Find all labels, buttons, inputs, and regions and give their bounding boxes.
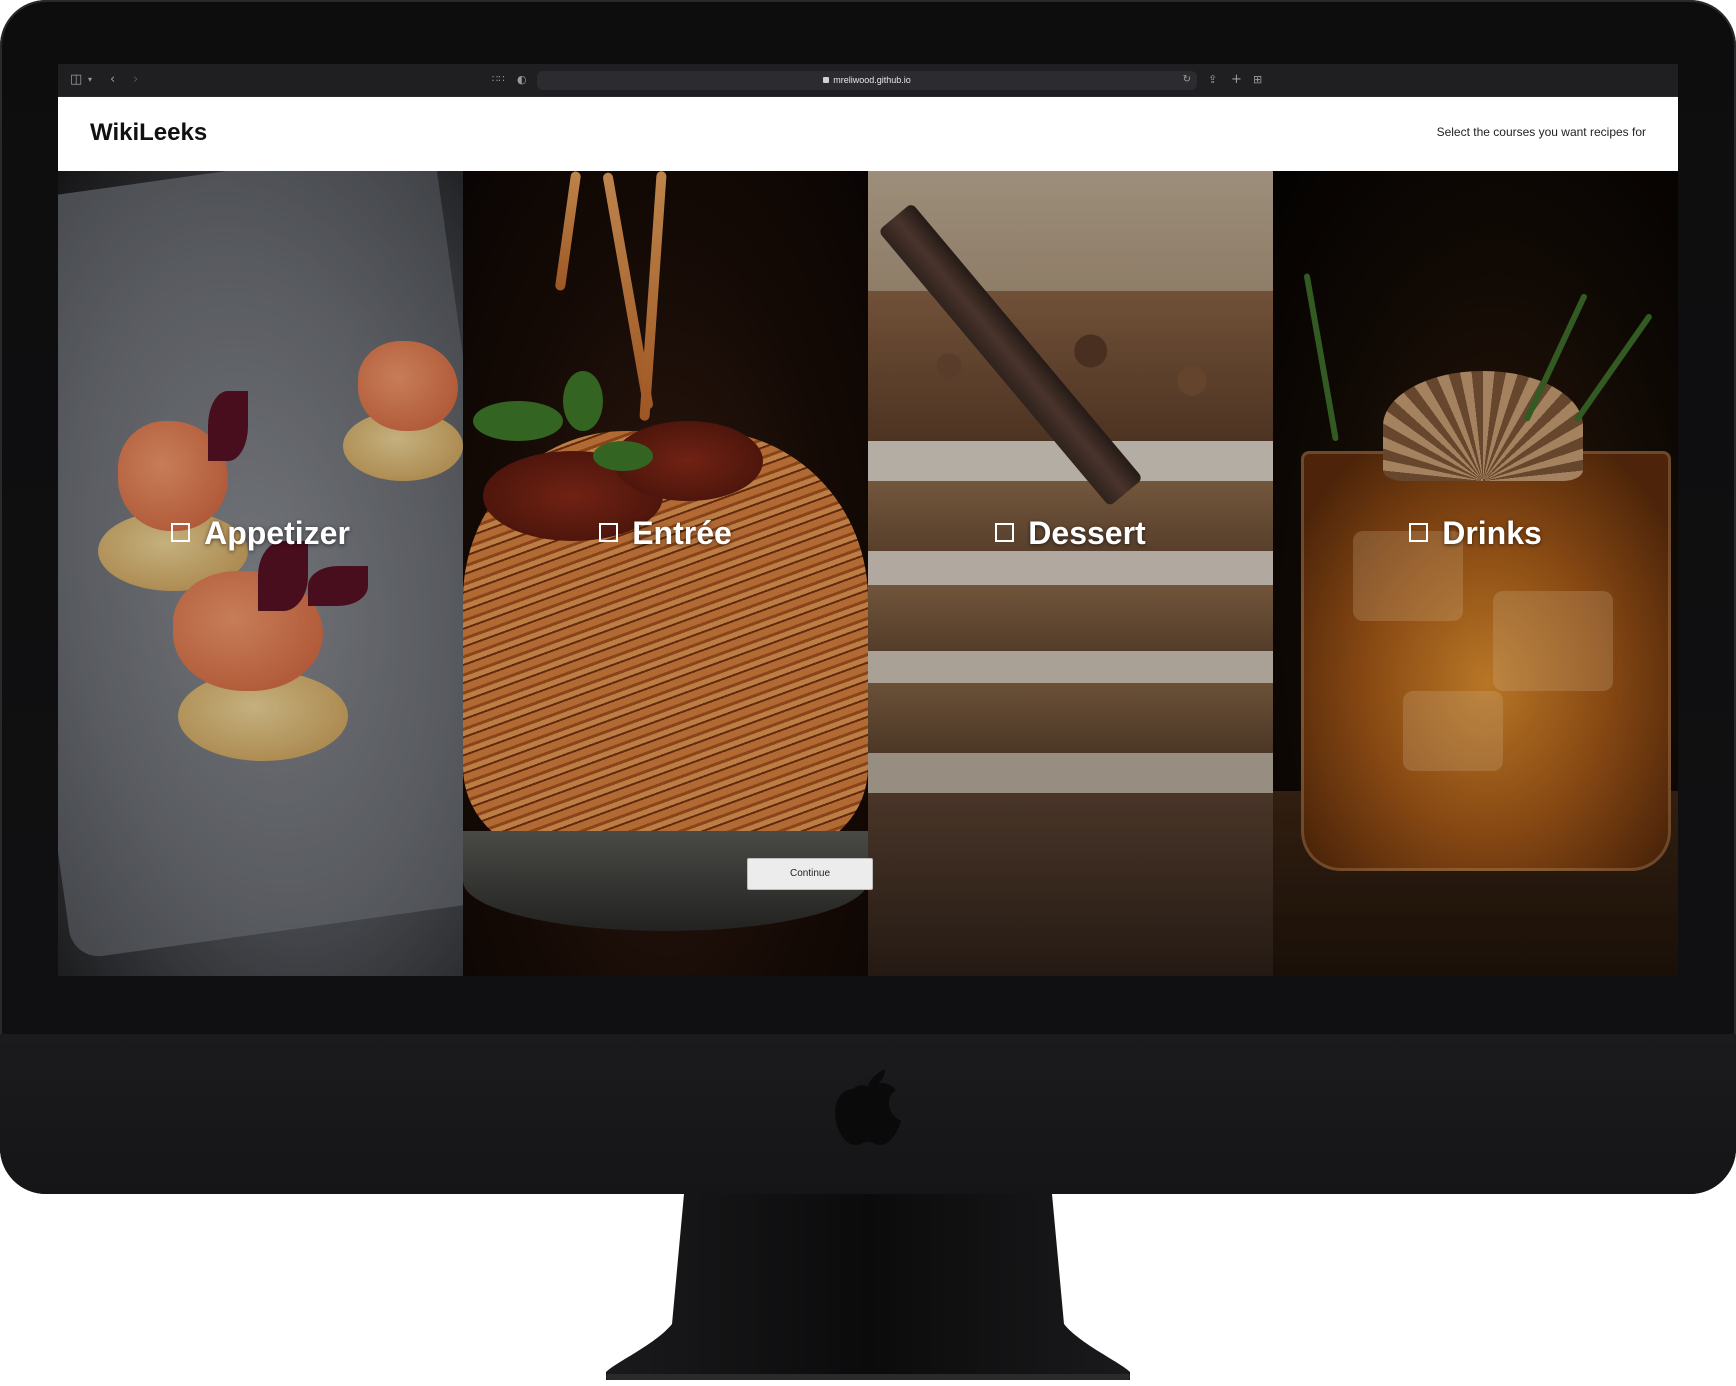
- course-label-drinks: Drinks: [1273, 515, 1678, 552]
- imac-stand: [606, 1194, 1130, 1380]
- sidebar-icon[interactable]: ◫: [70, 72, 82, 88]
- checkbox-dessert[interactable]: [995, 523, 1015, 543]
- course-text: Dessert: [1028, 515, 1146, 551]
- forward-icon[interactable]: ›: [133, 72, 138, 88]
- course-text: Appetizer: [204, 515, 350, 551]
- course-panel-appetizer[interactable]: Appetizer: [58, 171, 463, 976]
- course-label-appetizer: Appetizer: [58, 515, 463, 552]
- screen: ◫ ▾ ‹ › ∷∷ ◐ mreliwood.github.io ↻ ⇪ + ⊞…: [58, 64, 1678, 976]
- course-text: Drinks: [1442, 515, 1542, 551]
- brand-logo[interactable]: WikiLeeks: [90, 119, 207, 147]
- reload-icon[interactable]: ↻: [1183, 74, 1191, 85]
- course-panel-dessert[interactable]: Dessert: [868, 171, 1273, 976]
- shield-icon[interactable]: ◐: [517, 72, 527, 88]
- checkbox-appetizer[interactable]: [171, 523, 191, 543]
- chevron-down-icon[interactable]: ▾: [88, 72, 92, 88]
- course-panel-entree[interactable]: Entrée: [463, 171, 868, 976]
- tagline: Select the courses you want recipes for: [1436, 125, 1646, 139]
- lock-icon: [823, 76, 830, 83]
- share-icon[interactable]: ⇪: [1208, 72, 1217, 88]
- course-panel-drinks[interactable]: Drinks: [1273, 171, 1678, 976]
- url-label: mreliwood.github.io: [833, 75, 911, 85]
- course-label-dessert: Dessert: [868, 515, 1273, 552]
- panel-overlay: [58, 171, 463, 976]
- continue-button[interactable]: Continue: [747, 858, 873, 890]
- checkbox-entree[interactable]: [599, 523, 619, 543]
- course-label-entree: Entrée: [463, 515, 868, 552]
- tab-overview-icon[interactable]: ⊞: [1253, 72, 1262, 88]
- back-icon[interactable]: ‹: [110, 72, 115, 88]
- panel-overlay: [868, 171, 1273, 976]
- checkbox-drinks[interactable]: [1409, 523, 1429, 543]
- panel-overlay: [1273, 171, 1678, 976]
- new-tab-icon[interactable]: +: [1231, 72, 1242, 88]
- site-header: WikiLeeks Select the courses you want re…: [58, 97, 1678, 171]
- url-text: mreliwood.github.io: [537, 71, 1197, 90]
- course-panels: Appetizer Entrée Dessert Drinks: [58, 171, 1678, 976]
- address-bar[interactable]: mreliwood.github.io ↻: [537, 71, 1197, 90]
- browser-toolbar: ◫ ▾ ‹ › ∷∷ ◐ mreliwood.github.io ↻ ⇪ + ⊞: [58, 64, 1678, 97]
- apple-logo-icon: [835, 1069, 901, 1145]
- course-text: Entrée: [632, 515, 732, 551]
- grid-icon[interactable]: ∷∷: [492, 72, 505, 88]
- panel-overlay: [463, 171, 868, 976]
